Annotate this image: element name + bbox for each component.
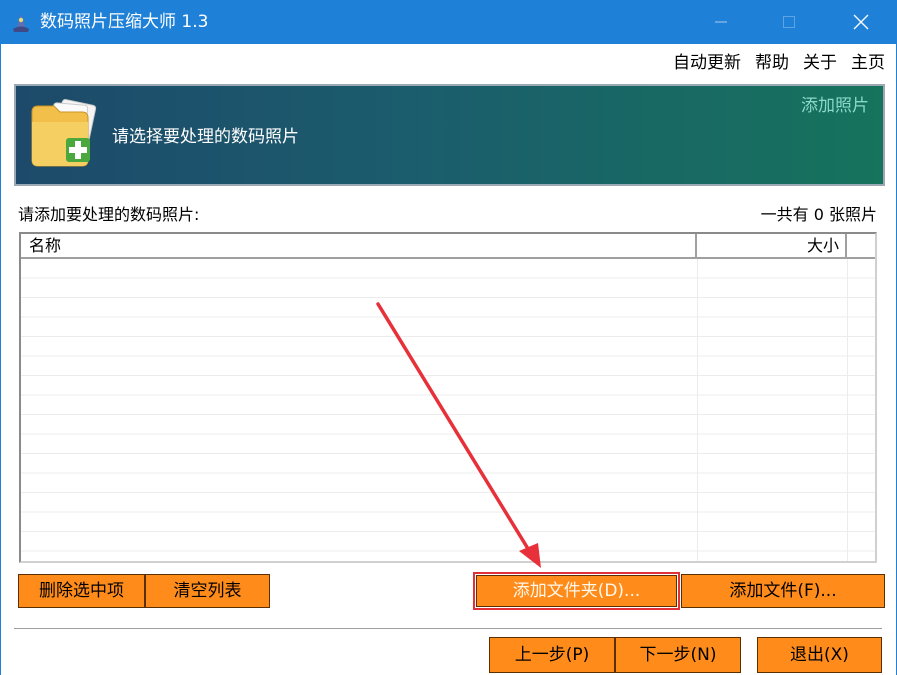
title-bar[interactable]: 数码照片压缩大师 1.3 [0,0,897,44]
column-divider [847,259,848,561]
wizard-banner: 请选择要处理的数码照片 添加照片 [14,84,885,186]
add-file-button[interactable]: 添加文件(F)... [681,574,885,608]
top-menu: 自动更新 帮助 关于 主页 [673,52,885,74]
exit-button[interactable]: 退出(X) [757,637,882,673]
footer-divider [14,628,882,630]
list-header: 名称 大小 [21,234,875,259]
photo-list[interactable]: 名称 大小 [19,232,877,563]
highlight-box [473,572,680,610]
banner-step-title: 添加照片 [801,96,869,116]
menu-auto-update[interactable]: 自动更新 [673,52,741,74]
photo-count: 一共有 0 张照片 [760,205,877,224]
minimize-icon [715,21,727,23]
list-rows[interactable] [21,259,875,561]
close-icon [853,14,869,30]
delete-selected-button[interactable]: 删除选中项 [18,574,145,608]
column-name[interactable]: 名称 [21,234,697,257]
menu-help[interactable]: 帮助 [755,52,789,74]
clear-list-button[interactable]: 清空列表 [145,574,270,608]
column-spare [847,234,875,257]
app-icon [13,14,29,32]
prev-step-button[interactable]: 上一步(P) [489,637,615,673]
menu-home[interactable]: 主页 [851,52,885,74]
folder-add-icon [31,99,97,167]
next-step-button[interactable]: 下一步(N) [615,637,741,673]
column-divider [697,259,698,561]
close-button[interactable] [838,0,884,44]
banner-subtitle: 请选择要处理的数码照片 [112,127,299,147]
window-title: 数码照片压缩大师 1.3 [40,12,209,32]
menu-about[interactable]: 关于 [803,52,837,74]
maximize-icon [783,16,795,28]
list-caption: 请添加要处理的数码照片: [18,205,200,224]
minimize-button[interactable] [698,0,744,44]
column-size[interactable]: 大小 [697,234,847,257]
maximize-button[interactable] [766,0,812,44]
